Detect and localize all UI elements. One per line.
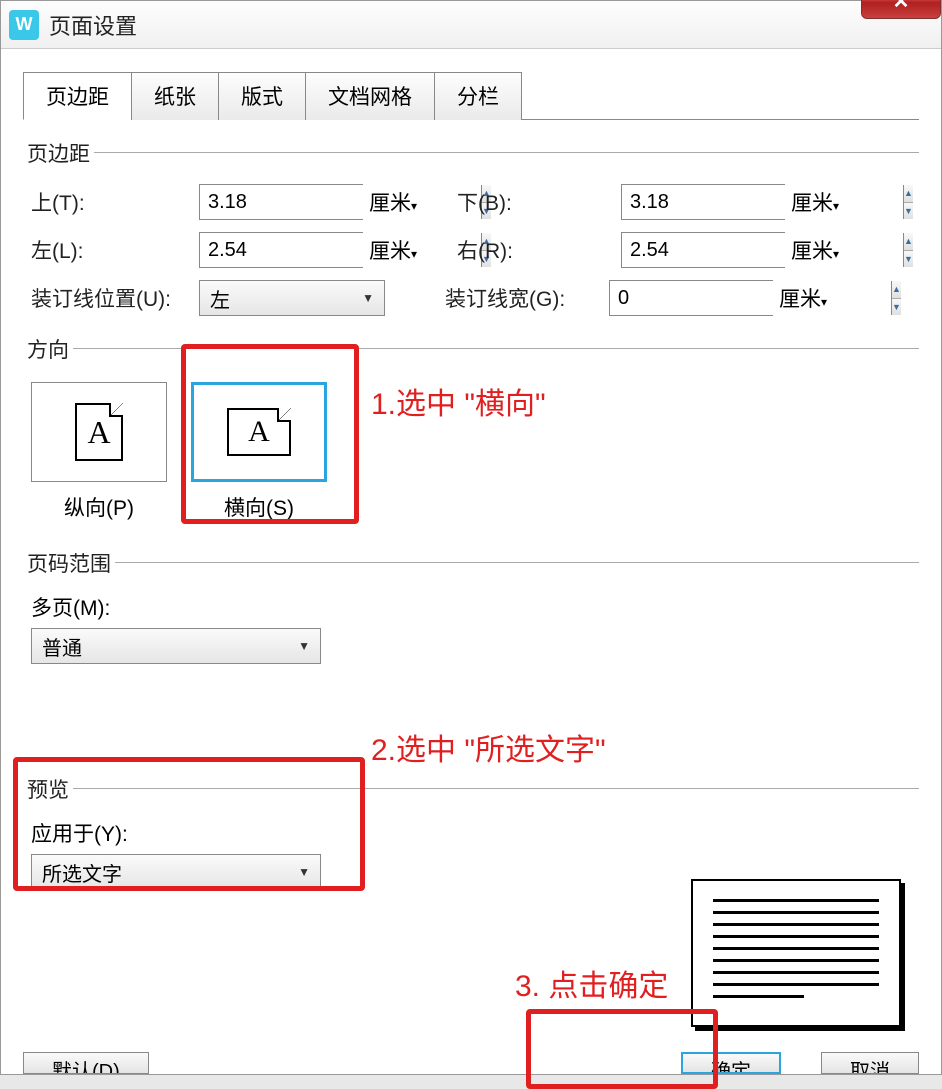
spin-up-icon[interactable]: ▲: [904, 233, 913, 251]
app-icon: W: [9, 10, 39, 40]
bottom-spinner[interactable]: ▲▼: [621, 184, 785, 220]
portrait-icon: A: [75, 403, 123, 461]
content-area: 页边距 纸张 版式 文档网格 分栏 页边距 上(T): ▲▼ 厘米▾ 下(B):: [1, 49, 941, 1074]
ok-button[interactable]: 确定: [681, 1052, 781, 1074]
pages-legend: 页码范围: [23, 548, 115, 578]
spin-up-icon[interactable]: ▲: [904, 185, 913, 203]
top-unit[interactable]: 厘米▾: [369, 187, 439, 217]
tab-grid[interactable]: 文档网格: [305, 72, 435, 120]
right-spinner[interactable]: ▲▼: [621, 232, 785, 268]
apply-label: 应用于(Y):: [31, 818, 919, 848]
left-label: 左(L):: [31, 235, 199, 265]
chevron-down-icon: ▼: [298, 865, 310, 879]
bottom-label: 下(B):: [457, 187, 621, 217]
spin-down-icon[interactable]: ▼: [892, 299, 901, 316]
landscape-label: 横向(S): [191, 492, 327, 522]
landscape-option[interactable]: A 横向(S): [191, 382, 327, 522]
top-label: 上(T):: [31, 187, 199, 217]
apply-select[interactable]: 所选文字 ▼: [31, 854, 321, 890]
gutter-pos-label: 装订线位置(U):: [31, 283, 199, 313]
left-unit[interactable]: 厘米▾: [369, 235, 439, 265]
top-spinner[interactable]: ▲▼: [199, 184, 363, 220]
landscape-icon: A: [227, 408, 291, 456]
default-button[interactable]: 默认(D): [23, 1052, 149, 1074]
annotation-3: 3. 点击确定: [515, 961, 668, 1005]
tab-bar: 页边距 纸张 版式 文档网格 分栏: [23, 71, 919, 120]
annotation-2: 2.选中 "所选文字": [371, 725, 606, 769]
gutter-width-unit[interactable]: 厘米▾: [779, 283, 849, 313]
multi-label: 多页(M):: [31, 592, 919, 622]
tab-margins[interactable]: 页边距: [23, 72, 132, 120]
spin-down-icon[interactable]: ▼: [904, 251, 913, 268]
multi-select[interactable]: 普通 ▼: [31, 628, 321, 664]
chevron-down-icon: ▼: [298, 639, 310, 653]
close-icon: ✕: [893, 0, 910, 14]
tab-columns[interactable]: 分栏: [434, 72, 522, 120]
right-unit[interactable]: 厘米▾: [791, 235, 861, 265]
gutter-pos-select[interactable]: 左 ▼: [199, 280, 385, 316]
close-button[interactable]: ✕: [861, 0, 941, 19]
orientation-legend: 方向: [23, 334, 73, 364]
gutter-width-spinner[interactable]: ▲▼: [609, 280, 773, 316]
gutter-width-label: 装订线宽(G):: [445, 283, 609, 313]
titlebar: W 页面设置 ✕: [1, 1, 941, 49]
spin-up-icon[interactable]: ▲: [892, 281, 901, 299]
bottom-unit[interactable]: 厘米▾: [791, 187, 861, 217]
tab-paper[interactable]: 纸张: [131, 72, 219, 120]
tab-layout[interactable]: 版式: [218, 72, 306, 120]
preview-group: 预览 应用于(Y): 所选文字 ▼: [23, 774, 919, 890]
spin-down-icon[interactable]: ▼: [904, 203, 913, 220]
page-setup-dialog: W 页面设置 ✕ 页边距 纸张 版式 文档网格 分栏 页边距 上(T): ▲▼: [0, 0, 942, 1075]
portrait-option[interactable]: A 纵向(P): [31, 382, 167, 522]
right-label: 右(R):: [457, 235, 621, 265]
margins-group: 页边距 上(T): ▲▼ 厘米▾ 下(B): ▲▼ 厘米▾: [23, 138, 919, 316]
cancel-button[interactable]: 取消: [821, 1052, 919, 1074]
preview-legend: 预览: [23, 774, 73, 804]
chevron-down-icon: ▼: [362, 291, 374, 305]
orientation-group: 方向 A 纵向(P) A 横向(S): [23, 334, 919, 522]
pages-group: 页码范围 多页(M): 普通 ▼: [23, 548, 919, 664]
portrait-label: 纵向(P): [31, 492, 167, 522]
button-row: 默认(D) 确定 取消: [23, 1034, 919, 1074]
left-spinner[interactable]: ▲▼: [199, 232, 363, 268]
margins-legend: 页边距: [23, 138, 94, 168]
window-title: 页面设置: [49, 9, 137, 41]
preview-thumbnail: [691, 879, 901, 1027]
